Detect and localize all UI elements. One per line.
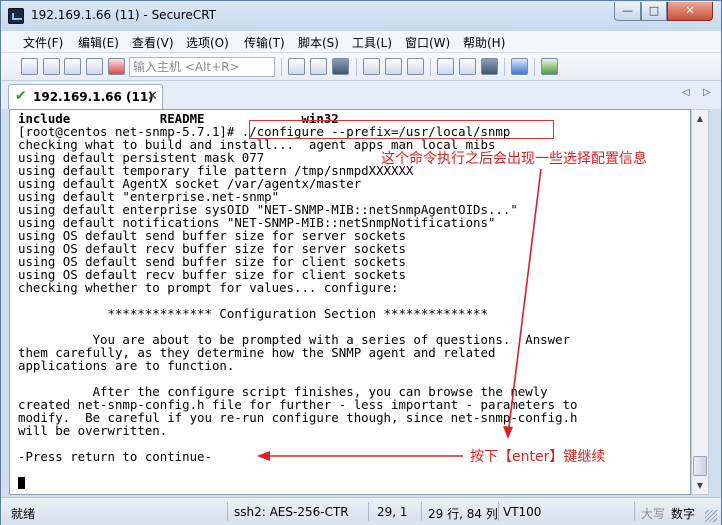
tab-scroll-left-icon[interactable]: ◁ [682,87,690,98]
menu-options[interactable]: 选项(O) [186,34,229,51]
print-selection-icon[interactable] [385,58,402,75]
toolbar: 输入主机 <Alt+R> [1,53,721,81]
print-icon[interactable] [363,58,380,75]
minimize-button[interactable]: — [614,2,641,21]
toolbar-separator [534,58,535,76]
menu-edit[interactable]: 编辑(E) [78,34,119,51]
toolbar-separator [504,58,505,76]
menu-window[interactable]: 窗口(W) [405,34,450,51]
disconnect-icon[interactable] [108,58,125,75]
copy-icon[interactable] [288,58,305,75]
status-separator [421,502,422,521]
scroll-thumb[interactable] [693,456,707,476]
tab-close-icon[interactable]: ✕ [147,89,158,104]
status-terminal-type: VT100 [503,505,542,519]
status-separator [368,502,369,521]
menu-help[interactable]: 帮助(H) [463,34,505,51]
menu-view[interactable]: 查看(V) [132,34,174,51]
page-setup-icon[interactable] [407,58,424,75]
config-annotation: 这个命令执行之后会出现一些选择配置信息 [381,151,647,167]
paste-icon[interactable] [310,58,327,75]
global-options-icon[interactable] [459,58,476,75]
terminal-line: will be overwritten. [18,423,168,438]
terminal-line: ************** Configuration Section ***… [18,306,488,321]
connect-in-tab-icon[interactable] [64,58,81,75]
session-options-icon[interactable] [437,58,454,75]
status-num-lock: 数字 [671,507,696,521]
securecrt-window: 192.169.1.66 (11) - SecureCRT — □ ✕ 文件(F… [0,0,722,525]
close-button[interactable]: ✕ [667,2,713,21]
status-separator [227,502,228,521]
connect-icon[interactable] [21,58,38,75]
reconnect-icon[interactable] [86,58,103,75]
resize-grip[interactable] [705,510,717,522]
status-encryption: ssh2: AES-256-CTR [234,505,349,519]
status-separator [634,502,635,521]
menu-script[interactable]: 脚本(S) [298,34,339,51]
menu-transfer[interactable]: 传输(T) [244,34,285,51]
window-title: 192.169.1.66 (11) - SecureCRT [31,8,216,22]
tab-scroll-right-icon[interactable]: ▷ [703,87,711,98]
host-input[interactable]: 输入主机 <Alt+R> [129,57,275,77]
status-bar: 就绪 ssh2: AES-256-CTR 29, 1 29 行, 84 列 VT… [1,497,721,525]
map-icon[interactable] [541,58,558,75]
scroll-up-icon[interactable]: ▲ [692,110,708,127]
status-terminal-size: 29 行, 84 列 [428,507,498,521]
menu-bar: 文件(F) 编辑(E) 查看(V) 选项(O) 传输(T) 脚本(S) 工具(L… [1,31,721,53]
securecrt-app-icon [8,8,24,24]
terminal-scrollbar[interactable]: ▲ ▼ [691,109,709,495]
find-icon[interactable] [332,58,349,75]
toolbar-separator [281,58,282,76]
toolbar-separator [430,58,431,76]
tab-bar: ✔ 192.169.1.66 (11) ✕ [1,81,721,109]
enter-annotation: 按下【enter】键继续 [470,449,606,465]
connected-check-icon: ✔ [15,88,27,104]
maximize-button[interactable]: □ [641,2,667,21]
status-state: 就绪 [11,507,36,521]
help-icon[interactable] [511,58,528,75]
key-icon[interactable] [481,58,498,75]
menu-tools[interactable]: 工具(L) [352,34,392,51]
terminal-line: checking whether to prompt for values...… [18,280,399,295]
toolbar-separator [356,58,357,76]
command-highlight-box [249,120,554,139]
terminal-line: applications are to function. [18,358,235,373]
scroll-down-icon[interactable]: ▼ [692,477,708,494]
tab-session[interactable]: ✔ 192.169.1.66 (11) ✕ [8,84,163,109]
title-bar[interactable]: 192.169.1.66 (11) - SecureCRT — □ ✕ [1,1,721,31]
status-separator [498,502,499,521]
menu-file[interactable]: 文件(F) [23,34,63,51]
status-caps-lock: 大写 [641,507,666,521]
terminal-cursor [18,477,25,489]
quick-connect-icon[interactable] [43,58,60,75]
status-cursor-position: 29, 1 [377,505,408,519]
tab-session-label: 192.169.1.66 (11) [33,90,154,104]
